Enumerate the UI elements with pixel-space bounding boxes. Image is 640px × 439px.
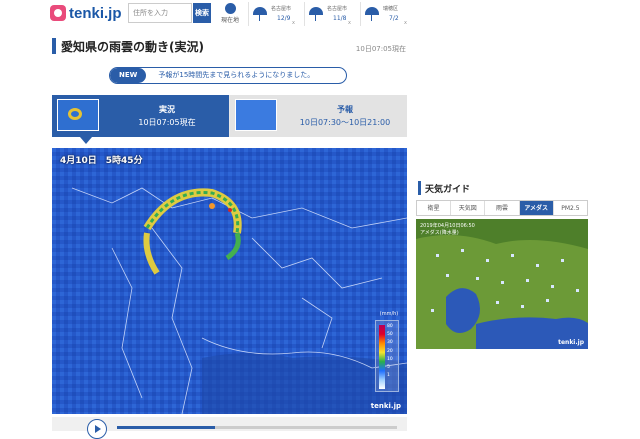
search-button[interactable]: 検索 [193,3,211,23]
radar-map[interactable]: 4月10日 5時45分 (mm/h) 80 50 30 20 10 5 1 te… [52,148,407,414]
weather-guide-tabs: 衛星 天気図 雨雲 アメダス PM2.5 [416,200,588,216]
weather-item-3[interactable]: 瑞穂区 7/2 x [360,2,410,26]
legend-value: 50 [387,332,393,338]
legend-value: 10 [387,356,393,362]
timeline-slider[interactable] [117,426,397,429]
tab-forecast-label: 予報 [337,105,353,114]
tab-observed-time: 10日07:05現在 [138,118,196,127]
notice-banner[interactable]: NEW 予報が15時間先まで見られるようになりました。 [109,67,347,84]
search-input[interactable]: 住所を入力 [128,3,192,23]
tab-forecast[interactable]: 予報 10日07:30～10日21:00 [230,95,407,137]
logo-text: tenki.jp [69,4,122,22]
radar-time-label: 4月10日 5時45分 [60,156,143,166]
weather-item-2[interactable]: 名古屋市 11/8 x [304,2,354,26]
top-bar: tenki.jp 住所を入力 検索 現在地 名古屋市 12/9 x 名古屋市 1… [0,0,640,28]
legend-value: 5 [387,365,390,371]
tab-weather-chart[interactable]: 天気図 [451,201,486,215]
guide-title-accent [418,181,421,195]
amedas-time: 2019年04月10日06:50 [420,223,475,229]
mode-tabs: 実況 10日07:05現在 予報 10日07:30～10日21:00 [52,95,407,137]
amedas-watermark: tenki.jp [558,339,584,346]
umbrella-icon [309,7,323,21]
tenki-logo-mark-icon [50,5,66,21]
tab-observed-label: 実況 [159,105,175,114]
notice-text: 予報が15時間先まで見られるようになりました。 [158,71,315,79]
close-icon[interactable]: x [404,20,407,26]
page-title: 愛知県の雨雲の動き(実況) [61,40,204,54]
radar-watermark: tenki.jp [370,402,401,410]
amedas-map-graphic [416,219,588,349]
active-tab-pointer [80,137,92,144]
new-badge: NEW [110,68,147,83]
playback-controls [52,417,407,439]
tab-observed[interactable]: 実況 10日07:05現在 [52,95,229,137]
weather-date: 12/9 [277,15,291,22]
tab-amedas[interactable]: アメダス [519,201,554,215]
legend-value: 80 [387,324,393,329]
tab-pm25[interactable]: PM2.5 [554,201,587,215]
rain-intensity-legend: (mm/h) 80 50 30 20 10 5 1 [375,311,399,392]
observed-thumbnail [57,99,99,131]
weather-city: 名古屋市 [327,6,348,12]
close-icon[interactable]: x [348,20,351,26]
weather-city: 瑞穂区 [383,6,399,12]
timeline-progress [117,426,215,429]
tenki-logo[interactable]: tenki.jp [50,3,122,23]
tab-rain-cloud[interactable]: 雨雲 [485,201,520,215]
umbrella-icon [253,7,267,21]
location-icon [224,3,236,14]
close-icon[interactable]: x [292,20,295,26]
umbrella-icon [365,7,379,21]
weather-guide-title: 天気ガイド [425,185,471,195]
legend-value: 1 [387,373,390,379]
title-accent [52,38,56,54]
weather-date: 7/2 [389,15,399,22]
legend-value: 20 [387,348,393,354]
amedas-map[interactable]: 2019年04月10日06:50 アメダス(降水量) tenki.jp [416,219,588,349]
current-location-button[interactable]: 現在地 [216,2,244,26]
weather-city: 名古屋市 [271,6,292,12]
legend-color-bar [379,325,385,389]
legend-value: 30 [387,340,393,346]
weather-item-1[interactable]: 名古屋市 12/9 x [248,2,298,26]
forecast-thumbnail [235,99,277,131]
weather-date: 11/8 [333,15,347,22]
tab-forecast-time: 10日07:30～10日21:00 [299,118,391,127]
legend-unit: (mm/h) [379,311,399,317]
radar-map-graphic [52,148,407,414]
legend-labels: 80 50 30 20 10 5 1 [387,323,393,380]
amedas-subtitle: アメダス(降水量) [420,230,459,236]
page-timestamp: 10日07:05現在 [355,45,406,53]
current-location-label: 現在地 [220,17,239,24]
tab-satellite[interactable]: 衛星 [417,201,452,215]
play-button[interactable] [87,419,107,439]
